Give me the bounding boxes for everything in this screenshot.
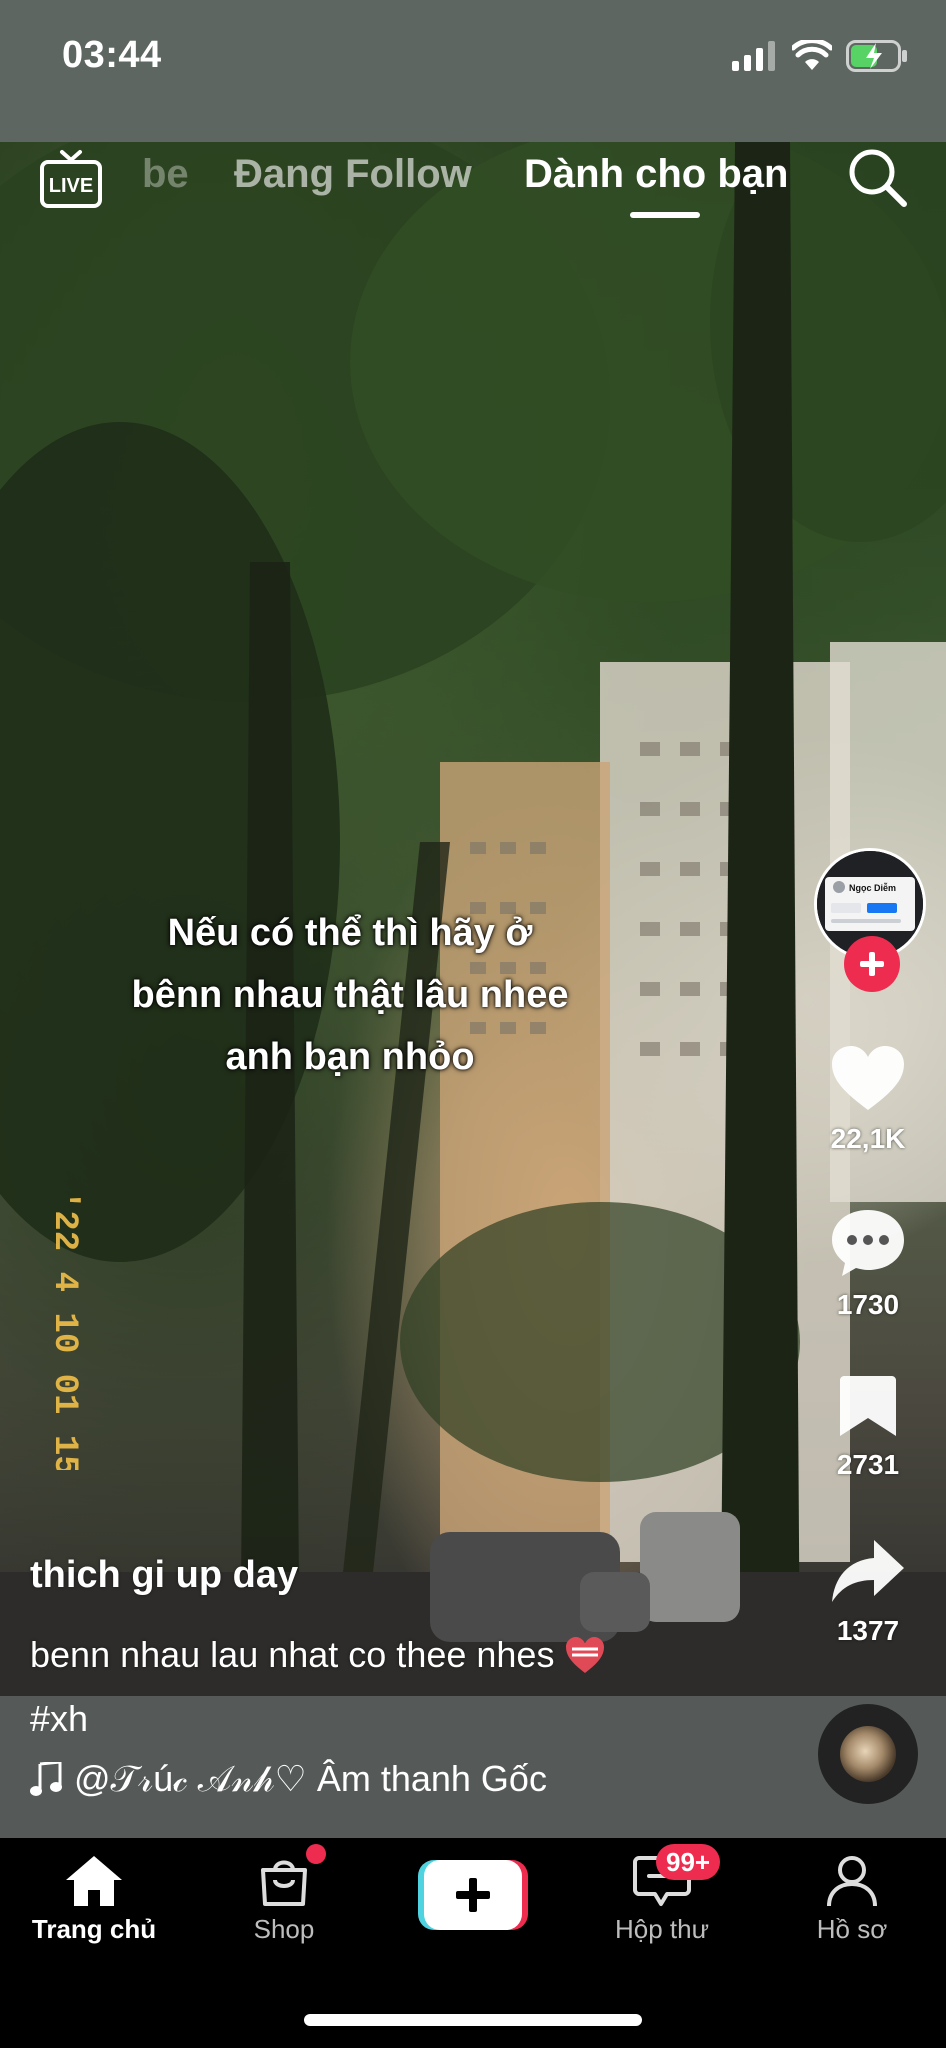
music-disc-cover bbox=[840, 1726, 896, 1782]
status-bar: 03:44 bbox=[0, 0, 946, 142]
info-strip: #xh @𝒯𝓇ú𝒸 𝒜𝓃𝒽♡ Âm thanh Gốc bbox=[0, 1696, 946, 1838]
music-disc[interactable] bbox=[818, 1704, 918, 1804]
battery-charging-icon bbox=[846, 40, 907, 72]
video-caption: Nếu có thể thì hãy ở bênn nhau thật lâu … bbox=[131, 912, 569, 1078]
nav-profile[interactable]: Hồ sơ bbox=[772, 1854, 932, 1945]
search-icon[interactable] bbox=[844, 144, 910, 210]
profile-icon bbox=[827, 1856, 877, 1907]
home-icon bbox=[66, 1856, 122, 1906]
description-text: benn nhau lau nhat co thee nhes bbox=[30, 1634, 555, 1675]
music-note-icon bbox=[30, 1761, 62, 1796]
hashtag[interactable]: #xh bbox=[30, 1698, 88, 1740]
inbox-badge: 99+ bbox=[656, 1844, 721, 1880]
follow-plus-button[interactable] bbox=[844, 936, 900, 992]
avatar-name: Ngọc Diễm bbox=[849, 883, 896, 893]
tab-ghost[interactable]: be bbox=[142, 152, 189, 197]
create-button[interactable] bbox=[418, 1860, 528, 1930]
film-stamp-text: '22 4 10 01 15 B bbox=[45, 1190, 83, 1470]
music-info[interactable]: @𝒯𝓇ú𝒸 𝒜𝓃𝒽♡ Âm thanh Gốc bbox=[30, 1758, 547, 1801]
tab-for-you[interactable]: Dành cho bạn bbox=[524, 152, 788, 197]
comment-icon bbox=[832, 1210, 904, 1276]
author-name[interactable]: thich gi up day bbox=[30, 1554, 298, 1597]
home-indicator bbox=[304, 2014, 642, 2026]
share-button[interactable]: 1377 bbox=[808, 1538, 928, 1647]
live-icon[interactable]: LIVE bbox=[38, 146, 104, 212]
signal-icon bbox=[732, 41, 775, 71]
plus-icon bbox=[860, 952, 884, 976]
create-icon bbox=[418, 1860, 528, 1930]
heart-icon bbox=[832, 1046, 904, 1110]
save-count: 2731 bbox=[836, 1449, 900, 1480]
heart-sticker-icon bbox=[566, 1637, 605, 1673]
comment-count: 1730 bbox=[836, 1289, 900, 1320]
live-label: LIVE bbox=[49, 175, 93, 197]
bookmark-icon bbox=[840, 1376, 896, 1436]
film-timestamp: '22 4 10 01 15 B bbox=[42, 1190, 92, 1516]
share-icon bbox=[832, 1540, 904, 1602]
nav-shop[interactable]: Shop bbox=[204, 1854, 364, 1945]
like-count: 22,1K bbox=[830, 1123, 906, 1154]
nav-profile-label: Hồ sơ bbox=[816, 1914, 888, 1944]
top-tabs: LIVE be Đang Follow Dành cho bạn bbox=[0, 142, 946, 262]
bottom-nav: Trang chủ Shop Hộp thư 99+ Hồ sơ bbox=[0, 1838, 946, 2048]
nav-shop-label: Shop bbox=[253, 1914, 315, 1944]
status-time: 03:44 bbox=[62, 34, 162, 76]
tab-following[interactable]: Đang Follow bbox=[234, 152, 472, 197]
music-text: @𝒯𝓇ú𝒸 𝒜𝓃𝒽♡ Âm thanh Gốc bbox=[74, 1758, 547, 1799]
share-count: 1377 bbox=[836, 1615, 900, 1646]
nav-home-label: Trang chủ bbox=[31, 1914, 157, 1944]
active-tab-indicator bbox=[630, 212, 700, 218]
nav-home[interactable]: Trang chủ bbox=[14, 1854, 174, 1945]
status-icons bbox=[732, 40, 908, 72]
nav-inbox-label: Hộp thư bbox=[614, 1914, 709, 1944]
video-description: benn nhau lau nhat co thee nhes bbox=[30, 1634, 606, 1676]
save-button[interactable]: 2731 bbox=[808, 1374, 928, 1481]
like-button[interactable]: 22,1K bbox=[808, 1044, 928, 1155]
shop-icon bbox=[261, 1860, 307, 1906]
comment-button[interactable]: 1730 bbox=[808, 1208, 928, 1321]
wifi-icon bbox=[792, 40, 832, 70]
